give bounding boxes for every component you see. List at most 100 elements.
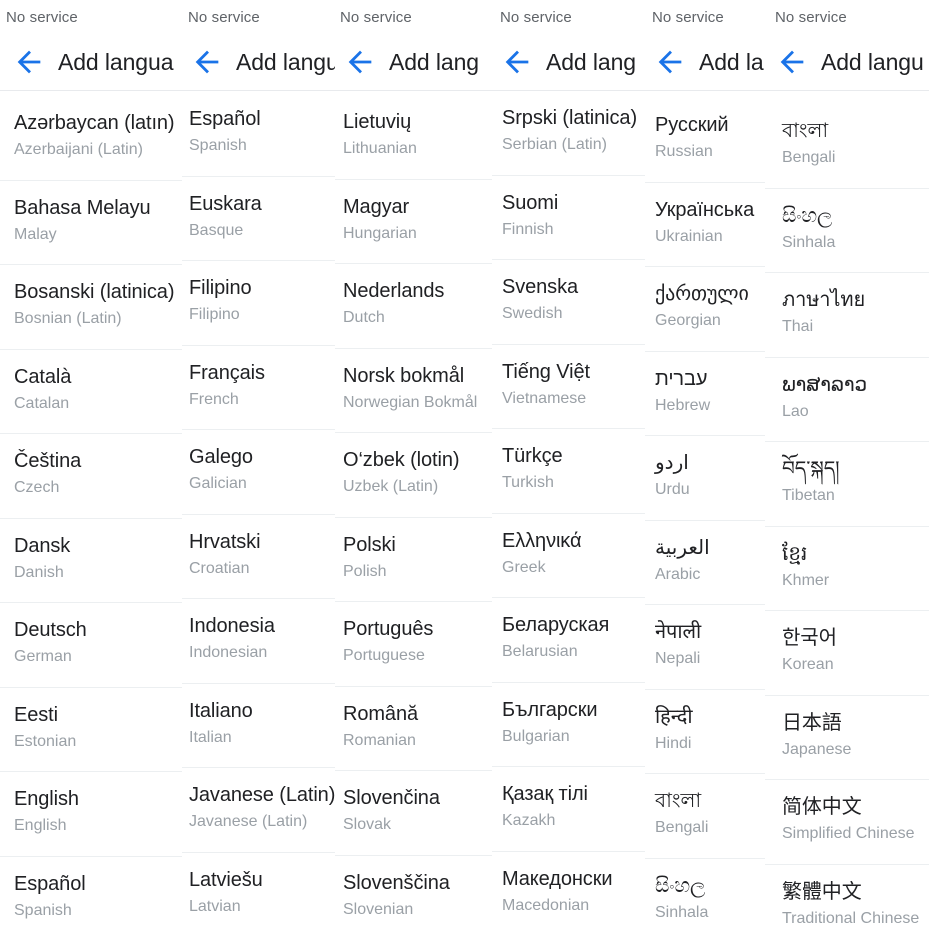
language-english-name: Malay [14,225,57,243]
language-list-item[interactable]: Čeština Czech [0,434,182,519]
carrier-status-text: No service [340,8,412,26]
language-list-item[interactable]: Беларуская Belarusian [492,598,645,683]
language-list-item[interactable]: Dansk Danish [0,518,182,603]
language-english-name: Swedish [502,305,563,322]
language-list-item[interactable]: O‘zbek (lotin) Uzbek (Latin) [335,433,492,518]
language-list-item[interactable]: ภาษาไทย Thai [765,273,929,358]
language-native-name: Nederlands [343,280,445,302]
language-list-item[interactable]: བོད་སྐད། Tibetan [765,442,929,527]
language-list-item[interactable]: Nederlands Dutch [335,264,492,349]
language-native-name: O‘zbek (lotin) [343,449,460,471]
language-native-name: Hrvatski [189,530,261,553]
language-list-item[interactable]: 日本語 Japanese [765,695,929,780]
language-list-item[interactable]: Қазақ тілі Kazakh [492,767,645,852]
language-list-item[interactable]: Tiếng Việt Vietnamese [492,344,645,429]
language-native-name: Română [343,702,418,725]
carrier-status-text: No service [6,8,78,26]
pane-content: No service Add lang Lietuvių Lithuanian Magy… [335,0,492,926]
status-bar: No service [0,0,182,34]
language-list-item[interactable]: Hrvatski Croatian [182,514,335,599]
language-list-item[interactable]: Italiano Italian [182,683,335,768]
language-list-item[interactable]: Македонски Macedonian [492,851,645,926]
language-english-name: Uzbek (Latin) [343,478,439,495]
pane-content: No service Add langu বাংলা Bengali සිංහල Sinh… [765,0,929,926]
language-list-item[interactable]: Svenska Swedish [492,260,645,345]
language-native-name: Bosanski (latinica) [14,281,175,303]
arrow-left-icon[interactable] [343,45,377,79]
language-list-item[interactable]: বাংলা Bengali [765,104,929,189]
language-list-item[interactable]: Euskara Basque [182,176,335,261]
language-list-item[interactable]: Indonesia Indonesian [182,599,335,684]
language-list-item[interactable]: Українська Ukrainian [645,182,765,267]
arrow-left-icon[interactable] [190,45,224,79]
language-list-item[interactable]: Español Spanish [182,92,335,177]
arrow-left-icon[interactable] [775,45,809,79]
language-list-item[interactable]: 한국어 Korean [765,611,929,696]
language-list-item[interactable]: Azərbaycan (latın) Azerbaijani (Latin) [0,96,182,181]
language-list-item[interactable]: Deutsch German [0,603,182,688]
language-native-name: Deutsch [14,619,87,641]
language-english-name: English [14,817,67,834]
language-list-item[interactable]: Français French [182,345,335,430]
language-list-item[interactable]: ພາສາລາວ Lao [765,357,929,442]
language-list-item[interactable]: Bahasa Melayu Malay [0,180,182,265]
language-list-item[interactable]: Català Catalan [0,349,182,434]
language-list-item[interactable]: Español Spanish [0,856,182,926]
language-list-item[interactable]: English English [0,772,182,857]
language-native-name: བོད་སྐད། [782,458,840,480]
language-english-name: Slovenian [343,900,414,918]
arrow-left-icon[interactable] [12,45,46,79]
language-native-name: Македонски [502,867,613,890]
language-list-item[interactable]: Suomi Finnish [492,175,645,260]
language-list-item[interactable]: Filipino Filipino [182,261,335,346]
language-list-item[interactable]: Magyar Hungarian [335,179,492,264]
language-list-item[interactable]: বাংলা Bengali [645,774,765,859]
language-list-item[interactable]: नेपाली Nepali [645,605,765,690]
language-list-item[interactable]: Latviešu Latvian [182,852,335,926]
arrow-left-icon[interactable] [653,45,687,79]
language-list-item[interactable]: Galego Galician [182,430,335,515]
language-native-name: עברית [655,367,708,390]
language-list-item[interactable]: Slovenčina Slovak [335,771,492,856]
language-list-item[interactable]: Eesti Estonian [0,687,182,772]
language-list-item[interactable]: Türkçe Turkish [492,429,645,514]
phone-screenshot-pane-4: No service Add lang Srpski (latinica) Serbi… [492,0,645,926]
language-list-item[interactable]: 繁體中文 Traditional Chinese [765,864,929,926]
language-english-name: Finnish [502,220,554,238]
language-list-item[interactable]: 简体中文 Simplified Chinese [765,780,929,865]
language-english-name: Catalan [14,394,70,412]
language-native-name: Javanese (Latin) [189,784,335,806]
language-english-name: Nepali [655,650,701,667]
language-list-item[interactable]: Srpski (latinica) Serbian (Latin) [492,91,645,176]
language-list-item[interactable]: ქართული Georgian [645,267,765,352]
language-list-item[interactable]: Polski Polish [335,517,492,602]
language-list-item[interactable]: العربية Arabic [645,520,765,605]
language-list-item[interactable]: Bosanski (latinica) Bosnian (Latin) [0,265,182,350]
language-native-name: Magyar [343,195,410,218]
language-list-item[interactable]: Български Bulgarian [492,682,645,767]
language-list-item[interactable]: Javanese (Latin) Javanese (Latin) [182,768,335,853]
language-list-item[interactable]: Lietuvių Lithuanian [335,95,492,180]
language-list-item[interactable]: සිංහල Sinhala [765,188,929,273]
language-list-item[interactable]: Português Portuguese [335,602,492,687]
language-list-item[interactable]: Ελληνικά Greek [492,513,645,598]
language-list-item[interactable]: ខ្មែរ Khmer [765,526,929,611]
language-english-name: Javanese (Latin) [189,813,308,830]
language-list-item[interactable]: اردو Urdu [645,436,765,521]
language-english-name: Dutch [343,309,385,326]
language-list-item[interactable]: සිංහල Sinhala [645,858,765,926]
language-list-item[interactable]: हिन्दी Hindi [645,689,765,774]
language-list-item[interactable]: Română Romanian [335,686,492,771]
language-english-name: Polish [343,562,387,580]
language-english-name: German [14,648,72,665]
language-list-item[interactable]: עברית Hebrew [645,351,765,436]
language-english-name: Azerbaijani (Latin) [14,141,143,158]
language-list: Lietuvių Lithuanian Magyar Hungarian Nederla… [335,95,492,926]
language-list-item[interactable]: Русский Russian [645,98,765,183]
language-list-item[interactable]: Slovenščina Slovenian [335,855,492,926]
language-list-item[interactable]: Norsk bokmål Norwegian Bokmål [335,348,492,433]
language-native-name: Latviešu [189,868,263,891]
arrow-left-icon[interactable] [500,45,534,79]
status-bar: No service [182,0,335,34]
language-native-name: العربية [655,536,710,559]
